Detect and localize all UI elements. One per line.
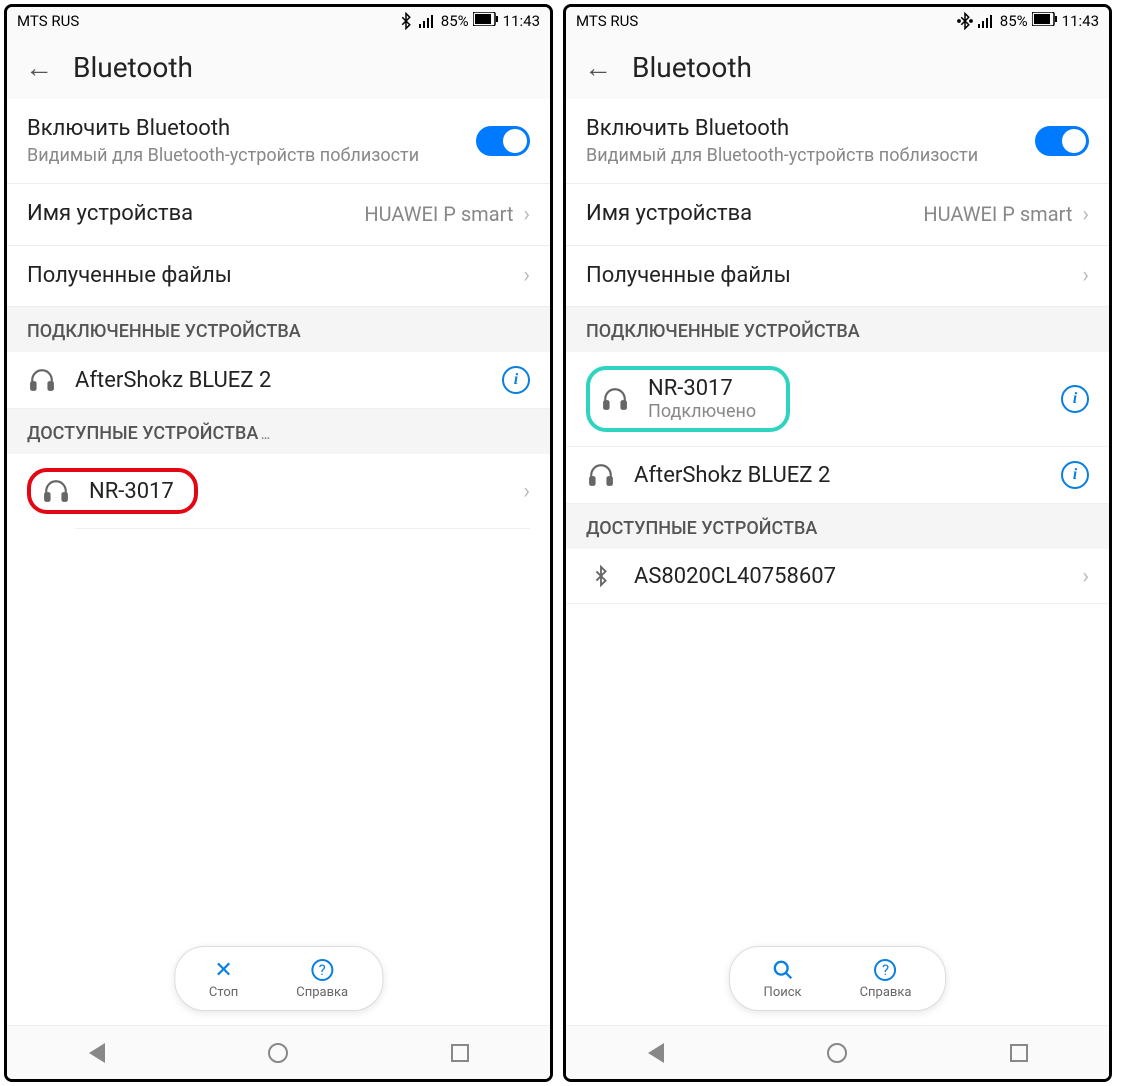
info-icon[interactable]: i <box>502 366 530 394</box>
received-files-label: Полученные файлы <box>27 262 513 291</box>
headphones-icon <box>27 367 57 393</box>
device-name-value: HUAWEI P smart <box>364 202 513 226</box>
highlight-annotation: NR-3017 Подключено <box>586 366 790 432</box>
available-device-row[interactable]: NR-3017 › <box>7 454 550 528</box>
chevron-right-icon: › <box>523 202 530 227</box>
available-device-row[interactable]: AS8020CL40758607 › <box>566 549 1109 604</box>
enable-bluetooth-row[interactable]: Включить Bluetooth Видимый для Bluetooth… <box>566 99 1109 184</box>
phone-left: MTS RUS 85% 11:43 ← Bluetooth Включить B… <box>4 4 553 1082</box>
page-title: Bluetooth <box>73 51 193 84</box>
carrier-label: MTS RUS <box>576 12 638 30</box>
status-right: 85% 11:43 <box>397 12 540 30</box>
received-files-row[interactable]: Полученные файлы › <box>566 246 1109 308</box>
signal-icon <box>978 14 996 28</box>
received-files-row[interactable]: Полученные файлы › <box>7 246 550 308</box>
battery-icon <box>1032 12 1058 30</box>
device-status: Подключено <box>648 401 756 422</box>
device-name: AfterShokz BLUEZ 2 <box>75 368 502 393</box>
status-bar: MTS RUS 85% 11:43 <box>566 7 1109 35</box>
chevron-right-icon: › <box>1082 564 1089 589</box>
enable-subtitle: Видимый для Bluetooth-устройств поблизос… <box>27 144 476 167</box>
nav-recent-button[interactable] <box>451 1044 469 1062</box>
chevron-right-icon: › <box>1082 263 1089 288</box>
help-label: Справка <box>296 985 348 1000</box>
nav-bar <box>7 1025 550 1079</box>
device-name-value: HUAWEI P smart <box>923 202 1072 226</box>
title-bar: ← Bluetooth <box>566 35 1109 99</box>
loading-dots: ... <box>258 427 269 443</box>
nav-home-button[interactable] <box>827 1043 847 1063</box>
back-arrow-icon[interactable]: ← <box>584 51 612 84</box>
chevron-right-icon: › <box>523 263 530 288</box>
nav-back-button[interactable] <box>89 1043 105 1063</box>
chevron-right-icon: › <box>523 479 530 504</box>
carrier-label: MTS RUS <box>17 12 79 30</box>
help-icon: ? <box>875 957 897 983</box>
device-name: NR-3017 <box>648 376 756 401</box>
chevron-right-icon: › <box>1082 202 1089 227</box>
headphones-icon <box>586 462 616 488</box>
title-bar: ← Bluetooth <box>7 35 550 99</box>
battery-percent: 85% <box>1000 12 1028 30</box>
available-devices-header: ДОСТУПНЫЕ УСТРОЙСТВА ... <box>7 409 550 454</box>
bluetooth-toggle[interactable] <box>476 126 530 156</box>
info-icon[interactable]: i <box>1061 461 1089 489</box>
status-right: 85% 11:43 <box>956 12 1099 30</box>
stop-button[interactable]: ✕ Стоп <box>195 953 252 1004</box>
close-icon: ✕ <box>214 957 232 983</box>
nav-home-button[interactable] <box>268 1043 288 1063</box>
connected-device-row[interactable]: AfterShokz BLUEZ 2 i <box>566 447 1109 504</box>
info-icon[interactable]: i <box>1061 385 1089 413</box>
signal-icon <box>419 14 437 28</box>
help-label: Справка <box>860 985 912 1000</box>
help-button[interactable]: ? Справка <box>282 953 362 1004</box>
nav-recent-button[interactable] <box>1010 1044 1028 1062</box>
bluetooth-connected-icon <box>956 12 974 30</box>
headphones-icon <box>600 386 630 412</box>
action-pill: ✕ Стоп ? Справка <box>174 946 383 1011</box>
available-header-text: ДОСТУПНЫЕ УСТРОЙСТВА <box>27 423 258 444</box>
phone-right: MTS RUS 85% 11:43 ← Bluetooth Включить B… <box>563 4 1112 1082</box>
bluetooth-icon <box>397 12 415 30</box>
device-name-row[interactable]: Имя устройства HUAWEI P smart › <box>7 184 550 246</box>
bluetooth-icon <box>586 563 616 589</box>
connected-devices-header: ПОДКЛЮЧЕННЫЕ УСТРОЙСТВА <box>566 307 1109 352</box>
back-arrow-icon[interactable]: ← <box>25 51 53 84</box>
connected-device-row[interactable]: AfterShokz BLUEZ 2 i <box>7 352 550 409</box>
device-name: AfterShokz BLUEZ 2 <box>634 463 1061 488</box>
battery-icon <box>473 12 499 30</box>
content-area: Включить Bluetooth Видимый для Bluetooth… <box>566 99 1109 1079</box>
help-button[interactable]: ? Справка <box>846 953 926 1004</box>
device-name: AS8020CL40758607 <box>634 564 1072 589</box>
device-name-label: Имя устройства <box>586 200 923 229</box>
enable-title: Включить Bluetooth <box>586 115 1035 144</box>
device-name-row[interactable]: Имя устройства HUAWEI P smart › <box>566 184 1109 246</box>
bluetooth-toggle[interactable] <box>1035 126 1089 156</box>
received-files-label: Полученные файлы <box>586 262 1072 291</box>
search-label: Поиск <box>764 985 802 1000</box>
battery-percent: 85% <box>441 12 469 30</box>
content-area: Включить Bluetooth Видимый для Bluetooth… <box>7 99 550 1079</box>
action-pill: Поиск ? Справка <box>729 946 947 1011</box>
highlight-annotation: NR-3017 <box>27 468 198 514</box>
clock-label: 11:43 <box>503 12 540 30</box>
enable-title: Включить Bluetooth <box>27 115 476 144</box>
connected-device-row[interactable]: NR-3017 Подключено i <box>566 352 1109 447</box>
search-button[interactable]: Поиск <box>750 953 816 1004</box>
help-icon: ? <box>311 957 333 983</box>
available-devices-header: ДОСТУПНЫЕ УСТРОЙСТВА <box>566 504 1109 549</box>
headphones-icon <box>41 478 71 504</box>
enable-bluetooth-row[interactable]: Включить Bluetooth Видимый для Bluetooth… <box>7 99 550 184</box>
enable-subtitle: Видимый для Bluetooth-устройств поблизос… <box>586 144 1035 167</box>
device-name: NR-3017 <box>89 479 174 504</box>
search-icon <box>772 957 794 983</box>
status-bar: MTS RUS 85% 11:43 <box>7 7 550 35</box>
nav-bar <box>566 1025 1109 1079</box>
clock-label: 11:43 <box>1062 12 1099 30</box>
page-title: Bluetooth <box>632 51 752 84</box>
stop-label: Стоп <box>209 985 238 1000</box>
device-name-label: Имя устройства <box>27 200 364 229</box>
nav-back-button[interactable] <box>648 1043 664 1063</box>
connected-devices-header: ПОДКЛЮЧЕННЫЕ УСТРОЙСТВА <box>7 307 550 352</box>
